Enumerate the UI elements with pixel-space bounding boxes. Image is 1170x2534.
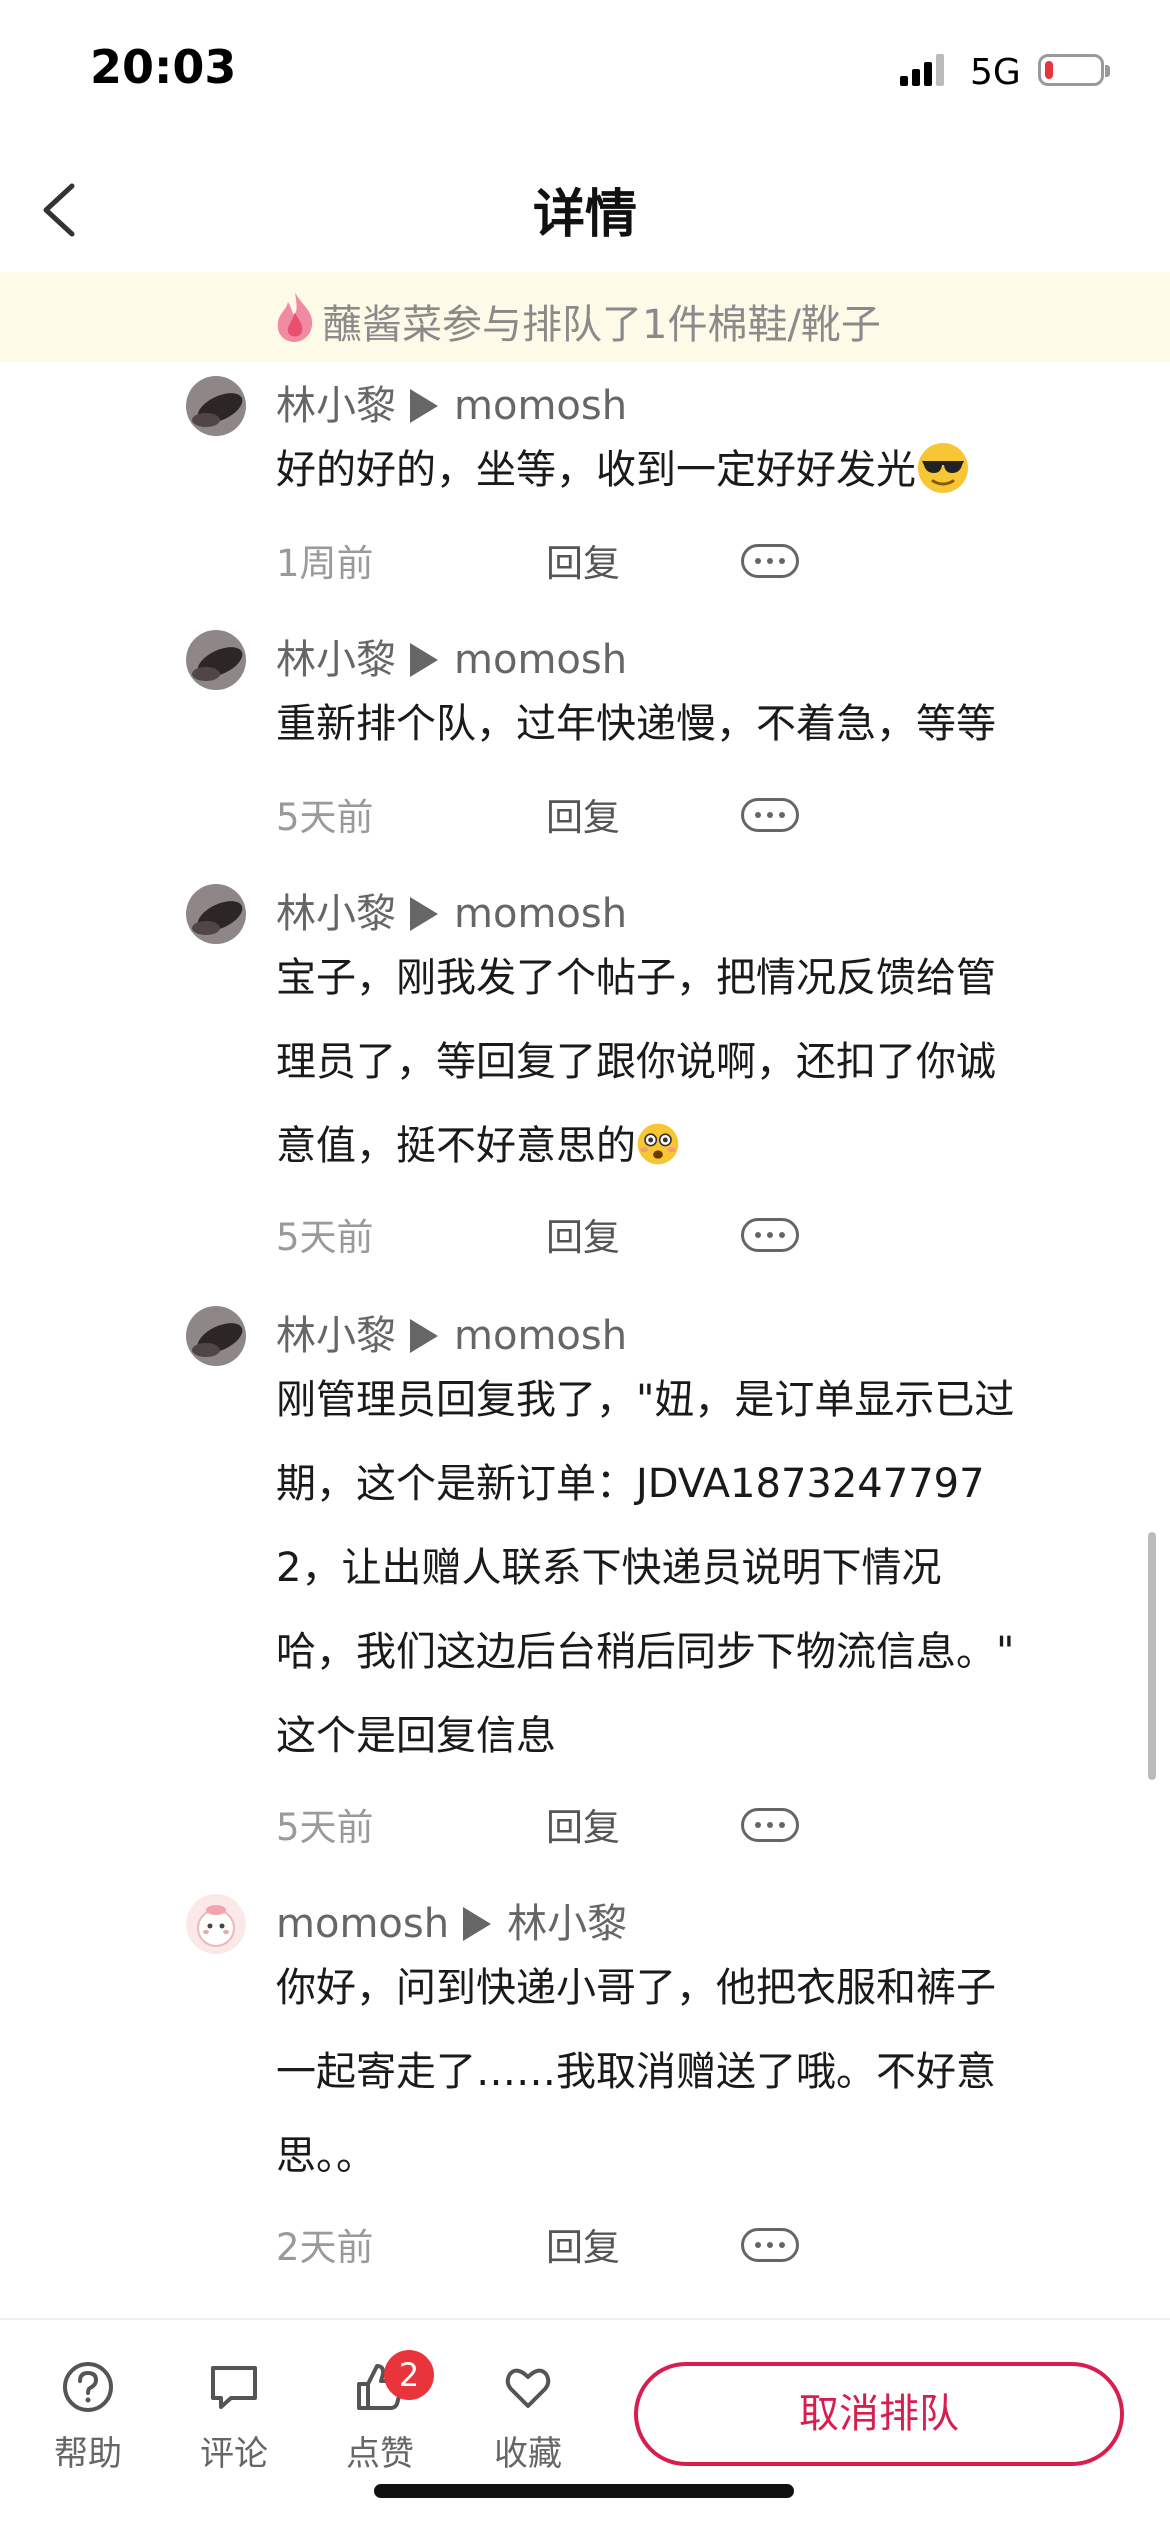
page-title: 详情 [532,185,637,245]
signal-icon [900,54,944,86]
comment-text: 好的好的，坐等，收到一定好好发光 [276,428,1116,512]
reply-button[interactable]: 回复 [546,534,620,594]
comment-line: 思。。 [276,2133,376,2179]
reply-arrow-icon [410,389,438,423]
comment-target[interactable]: momosh [454,891,627,937]
comment-line: 你好，问到快递小哥了，他把衣服和裤子 [276,1965,996,2011]
like-button[interactable]: 2 点赞 [320,2350,440,2475]
avatar[interactable] [186,1894,246,1954]
comment-header: momosh 林小黎 [276,1894,627,1954]
comment-target[interactable]: momosh [454,1313,627,1359]
comment-text: 你好，问到快递小哥了，他把衣服和裤子 一起寄走了……我取消赠送了哦。不好意 思。… [276,1946,1116,2198]
scrollbar[interactable] [1148,1532,1156,1780]
bottom-action-bar: 帮助 评论 2 点赞 收藏 取消排队 [0,2318,1170,2534]
comment-button[interactable]: 评论 [174,2360,294,2475]
banner-text: 蘸酱菜参与排队了1件棉鞋/靴子 [322,302,881,348]
avatar[interactable] [186,376,246,436]
comment-line: 重新排个队，过年快递慢，不着急，等等 [276,701,996,747]
favorite-button[interactable]: 收藏 [468,2360,588,2475]
more-options-icon[interactable] [741,798,799,832]
comment-line: 2，让出赠人联系下快递员说明下情况 [276,1545,942,1591]
reply-arrow-icon [410,1319,438,1353]
comment-header: 林小黎 momosh [276,376,627,436]
nav-bar: 详情 [0,150,1170,270]
battery-level [1045,61,1053,79]
home-indicator[interactable] [374,2484,794,2498]
comment-line: 意值，挺不好意思的 [276,1123,636,1169]
reply-button[interactable]: 回复 [546,1798,620,1858]
comment-line: 哈，我们这边后台稍后同步下物流信息。" [276,1629,1015,1675]
comment-header: 林小黎 momosh [276,884,627,944]
comment-item: 林小黎 momosh 好的好的，坐等，收到一定好好发光 1周前 回复 [0,376,1170,596]
comment-footer: 2天前 回复 [276,2218,836,2278]
favorite-label: 收藏 [494,2434,562,2474]
comment-text: 宝子，刚我发了个帖子，把情况反馈给管 理员了，等回复了跟你说啊，还扣了你诚 意值… [276,936,1116,1188]
flame-icon [277,292,313,342]
comment-footer: 5天前 回复 [276,1208,836,1268]
help-label: 帮助 [54,2434,122,2474]
comment-line: 理员了，等回复了跟你说啊，还扣了你诚 [276,1039,996,1085]
comment-time: 1周前 [276,542,374,585]
help-button[interactable]: 帮助 [28,2360,148,2475]
heart-icon [505,2368,551,2408]
network-type: 5G [970,52,1021,93]
comment-author[interactable]: momosh [276,1901,449,1947]
reply-arrow-icon [410,643,438,677]
comment-line: 一起寄走了……我取消赠送了哦。不好意 [276,2049,996,2095]
cancel-queue-button[interactable]: 取消排队 [634,2362,1124,2466]
comment-target[interactable]: momosh [454,637,627,683]
avatar[interactable] [186,630,246,690]
comment-header: 林小黎 momosh [276,630,627,690]
comment-line: 这个是回复信息 [276,1713,556,1759]
comment-header: 林小黎 momosh [276,1306,627,1366]
like-count-badge: 2 [384,2350,434,2400]
reply-arrow-icon [410,897,438,931]
more-options-icon[interactable] [741,544,799,578]
comment-target[interactable]: momosh [454,383,627,429]
reply-button[interactable]: 回复 [546,788,620,848]
comment-text: 重新排个队，过年快递慢，不着急，等等 [276,682,1116,766]
comment-line: 期，这个是新订单：JDVA1873247797 [276,1461,985,1507]
comment-item: momosh 林小黎 你好，问到快递小哥了，他把衣服和裤子 一起寄走了……我取消赠… [0,1894,1170,2284]
comment-icon [211,2366,257,2409]
sunglasses-emoji-icon [918,443,968,493]
comment-item: 林小黎 momosh 宝子，刚我发了个帖子，把情况反馈给管 理员了，等回复了跟你说… [0,884,1170,1274]
comment-target[interactable]: 林小黎 [507,1901,627,1947]
status-bar: 20:03 5G [0,0,1170,150]
comment-footer: 5天前 回复 [276,788,836,848]
comment-time: 2天前 [276,2226,374,2269]
comment-line: 刚管理员回复我了，"妞，是订单显示已过 [276,1377,1015,1423]
more-options-icon[interactable] [741,2228,799,2262]
comment-time: 5天前 [276,796,374,839]
comment-item: 林小黎 momosh 刚管理员回复我了，"妞，是订单显示已过 期，这个是新订单：J… [0,1306,1170,1866]
more-options-icon[interactable] [741,1218,799,1252]
avatar[interactable] [186,1306,246,1366]
comment-line: 宝子，刚我发了个帖子，把情况反馈给管 [276,955,996,1001]
avatar[interactable] [186,884,246,944]
comment-time: 5天前 [276,1806,374,1849]
reply-button[interactable]: 回复 [546,2218,620,2278]
reply-button[interactable]: 回复 [546,1208,620,1268]
comment-text: 刚管理员回复我了，"妞，是订单显示已过 期，这个是新订单：JDVA1873247… [276,1358,1116,1778]
help-icon [63,2362,113,2412]
comment-author[interactable]: 林小黎 [276,383,396,429]
comment-footer: 1周前 回复 [276,534,836,594]
like-label: 点赞 [346,2434,414,2474]
status-time: 20:03 [90,40,237,94]
comment-item: 林小黎 momosh 重新排个队，过年快递慢，不着急，等等 5天前 回复 [0,630,1170,850]
battery-icon [1038,54,1110,86]
queue-notice-banner: 蘸酱菜参与排队了1件棉鞋/靴子 [0,272,1170,362]
comment-author[interactable]: 林小黎 [276,637,396,683]
comment-author[interactable]: 林小黎 [276,891,396,937]
comment-footer: 5天前 回复 [276,1798,836,1858]
more-options-icon[interactable] [741,1808,799,1842]
flushed-emoji-icon [637,1123,679,1165]
reply-arrow-icon [463,1907,492,1941]
comment-label: 评论 [200,2434,268,2474]
comment-author[interactable]: 林小黎 [276,1313,396,1359]
comment-time: 5天前 [276,1216,374,1259]
comment-line: 好的好的，坐等，收到一定好好发光 [276,447,916,493]
